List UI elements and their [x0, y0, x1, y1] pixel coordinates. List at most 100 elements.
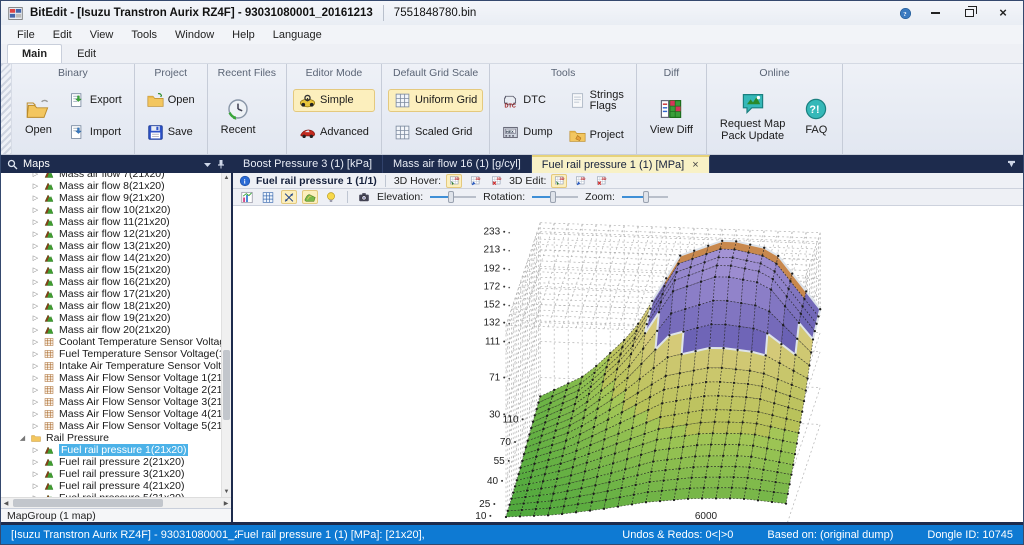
edit-d3-x-button[interactable]: 3D — [593, 174, 609, 188]
expand-icon[interactable]: ▷ — [31, 173, 40, 178]
tree-item[interactable]: ▷ Mass air flow 9(21x20) — [1, 192, 221, 204]
menu-tools[interactable]: Tools — [123, 27, 165, 43]
doc-tab-1[interactable]: Mass air flow 16 (1) [g/cyl] — [383, 155, 532, 173]
expand-icon[interactable]: ▷ — [31, 206, 40, 214]
expand-icon[interactable]: ▷ — [31, 254, 40, 262]
tree-item[interactable]: ▷ Mass air flow 18(21x20) — [1, 300, 221, 312]
ribbon-button-faq[interactable]: ?!FAQ — [796, 93, 836, 140]
tree-item[interactable]: ▷ Fuel rail pressure 3(21x20) — [1, 468, 221, 480]
tree-item[interactable]: ▷ Coolant Temperature Sensor Voltage(14x… — [1, 336, 221, 348]
expand-icon[interactable]: ▷ — [31, 422, 40, 430]
menu-window[interactable]: Window — [167, 27, 222, 43]
tree-item[interactable]: ▷ Fuel rail pressure 1(21x20) — [1, 444, 221, 456]
tree-item[interactable]: ▷ Intake Air Temperature Sensor Voltage(… — [1, 360, 221, 372]
menu-view[interactable]: View — [82, 27, 122, 43]
menu-language[interactable]: Language — [265, 27, 330, 43]
scroll-up-icon[interactable]: ▲ — [224, 173, 230, 183]
surface-chart-panel[interactable]: 2332131921721521321117130110705540251060… — [233, 206, 1023, 522]
axes-button[interactable] — [281, 190, 297, 204]
camera-button[interactable] — [356, 190, 372, 204]
tree-item[interactable]: ▷ Mass Air Flow Sensor Voltage 3(21x1) — [1, 396, 221, 408]
tree-item[interactable]: ▷ Fuel rail pressure 5(21x20) — [1, 492, 221, 497]
expand-icon[interactable]: ▷ — [31, 398, 40, 406]
bulb-button[interactable] — [323, 190, 339, 204]
tab-list-icon[interactable]: ▬▼ — [1000, 155, 1023, 173]
expand-icon[interactable]: ▷ — [31, 182, 40, 190]
grid-blue-button[interactable] — [260, 190, 276, 204]
ribbon-button-request-map-pack-update[interactable]: Request Map Pack Update — [713, 87, 792, 146]
scroll-left-icon[interactable]: ◀ — [1, 500, 11, 507]
expand-icon[interactable]: ▷ — [31, 494, 40, 497]
ribbon-button-view-diff[interactable]: View Diff — [643, 93, 700, 140]
ribbon-button-export[interactable]: Export — [63, 89, 128, 112]
expand-icon[interactable]: ▷ — [31, 314, 40, 322]
ribbon-button-open[interactable]: Open — [141, 89, 201, 112]
tree-item[interactable]: ▷ Mass air flow 16(21x20) — [1, 276, 221, 288]
ribbon-button-project[interactable]: Project — [563, 124, 630, 147]
tree-item[interactable]: ▷ Mass air flow 20(21x20) — [1, 324, 221, 336]
tree-item[interactable]: ▷ Mass air flow 7(21x20) — [1, 173, 221, 180]
scrollbar-thumb[interactable] — [223, 350, 230, 420]
tree-item[interactable]: ▷ Fuel Temperature Sensor Voltage(14x1) — [1, 348, 221, 360]
expand-icon[interactable]: ▷ — [31, 350, 40, 358]
tree-item[interactable]: ▷ Mass air flow 11(21x20) — [1, 216, 221, 228]
search-icon[interactable] — [7, 159, 18, 170]
expand-icon[interactable]: ▷ — [31, 470, 40, 478]
doc-tab-0[interactable]: Boost Pressure 3 (1) [kPa] — [233, 155, 383, 173]
ribbon-button-advanced[interactable]: Advanced — [293, 121, 375, 144]
expand-icon[interactable]: ▷ — [31, 338, 40, 346]
ribbon-button-save[interactable]: Save — [141, 121, 201, 144]
ribbon-button-dtc[interactable]: DTCDTC — [496, 89, 558, 112]
expand-icon[interactable]: ▷ — [31, 386, 40, 394]
tree-item[interactable]: ▷ Mass air flow 12(21x20) — [1, 228, 221, 240]
hover-d3-x-button[interactable]: 3D — [488, 174, 504, 188]
ribbon-button-open[interactable]: Open — [18, 93, 59, 140]
rotation-slider[interactable] — [532, 191, 578, 203]
expand-icon[interactable]: ▷ — [31, 230, 40, 238]
expand-icon[interactable]: ▷ — [31, 374, 40, 382]
ribbon-button-import[interactable]: Import — [63, 121, 128, 144]
ribbon-button-dump[interactable]: HEXDump — [496, 121, 558, 144]
expand-icon[interactable]: ▷ — [31, 302, 40, 310]
tree-item[interactable]: ▷ Mass air flow 13(21x20) — [1, 240, 221, 252]
ribbon-button-strings-flags[interactable]: Strings Flags — [563, 87, 630, 115]
restore-button[interactable] — [955, 4, 983, 22]
tree-item[interactable]: ▷ Mass Air Flow Sensor Voltage 1(21x1) — [1, 372, 221, 384]
expand-icon[interactable]: ▷ — [31, 410, 40, 418]
tree-item[interactable]: ▷ Mass Air Flow Sensor Voltage 5(21x1) — [1, 420, 221, 432]
tree-item[interactable]: ▷ Mass air flow 8(21x20) — [1, 180, 221, 192]
surface-3d-plot[interactable]: 2332131921721521321117130110705540251060… — [233, 206, 1023, 522]
elevation-slider[interactable] — [430, 191, 476, 203]
tree-item[interactable]: ▷ Fuel rail pressure 2(21x20) — [1, 456, 221, 468]
ribbon-tab-main[interactable]: Main — [7, 44, 62, 63]
pin-icon[interactable] — [217, 159, 225, 169]
minimize-button[interactable] — [921, 4, 949, 22]
chevron-down-icon[interactable] — [203, 161, 212, 168]
tree-item[interactable]: ▷ Mass air flow 19(21x20) — [1, 312, 221, 324]
edit-d3-pencil-button[interactable]: 3D — [572, 174, 588, 188]
ribbon-button-recent[interactable]: Recent — [214, 93, 263, 140]
tree-item[interactable]: ▷ Mass air flow 14(21x20) — [1, 252, 221, 264]
zoom-slider[interactable] — [622, 191, 668, 203]
expand-icon[interactable]: ▷ — [31, 446, 40, 454]
menu-file[interactable]: File — [9, 27, 43, 43]
hover-d3-pointer-button[interactable]: 3D — [446, 174, 462, 188]
expand-icon[interactable]: ▷ — [31, 326, 40, 334]
ribbon-button-uniform-grid[interactable]: Uniform Grid — [388, 89, 483, 112]
ribbon-button-scaled-grid[interactable]: Scaled Grid — [388, 121, 483, 144]
tree-item[interactable]: ▷ Mass air flow 15(21x20) — [1, 264, 221, 276]
scroll-down-icon[interactable]: ▼ — [224, 487, 230, 497]
ribbon-button-simple[interactable]: Simple — [293, 89, 375, 112]
tree-item[interactable]: ◢ Rail Pressure — [1, 432, 221, 444]
expand-icon[interactable]: ▷ — [31, 458, 40, 466]
menu-help[interactable]: Help — [224, 27, 263, 43]
collapse-icon[interactable]: ◢ — [18, 434, 27, 442]
tree-horizontal-scrollbar[interactable]: ◀ ▶ — [1, 497, 231, 508]
expand-icon[interactable]: ▷ — [31, 290, 40, 298]
tree-vertical-scrollbar[interactable]: ▲ ▼ — [221, 173, 231, 497]
scroll-right-icon[interactable]: ▶ — [221, 500, 231, 507]
help-icon[interactable]: ? — [895, 4, 915, 22]
expand-icon[interactable]: ▷ — [31, 482, 40, 490]
tree-item[interactable]: ▷ Mass air flow 10(21x20) — [1, 204, 221, 216]
surface-button[interactable] — [302, 190, 318, 204]
